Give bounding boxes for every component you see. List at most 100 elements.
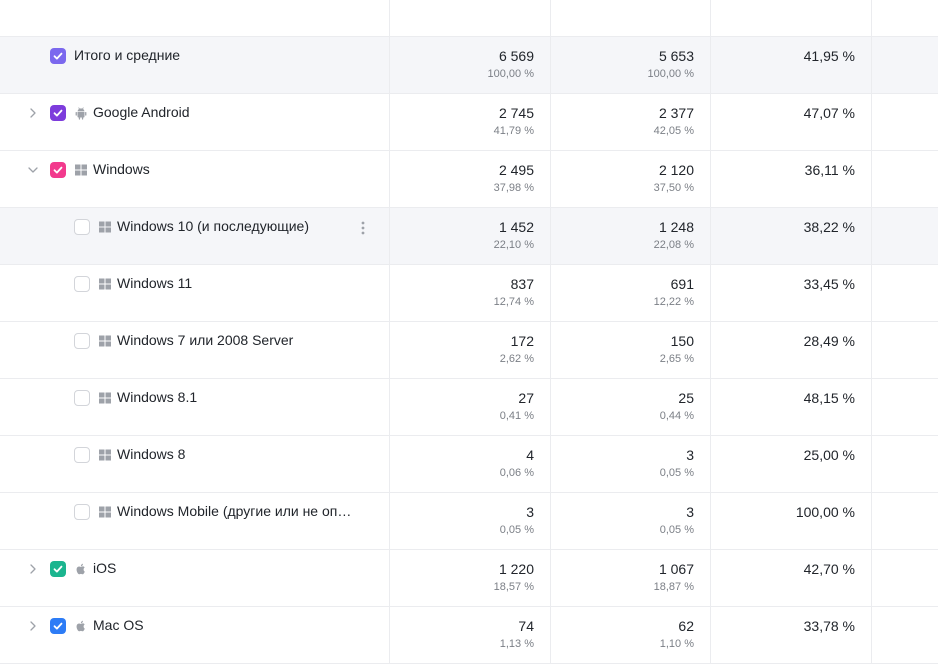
table-row-partial	[0, 0, 938, 37]
metric-cell-c2: 2 120 37,50 %	[551, 151, 711, 207]
windows-icon	[98, 505, 112, 519]
metric-share: 42,05 %	[653, 125, 694, 137]
table-row[interactable]: Mac OS 74 1,13 % 62 1,10 % 33,78 %	[0, 607, 938, 664]
dimension-cell: Windows 8	[0, 436, 390, 492]
table-row[interactable]: Windows 7 или 2008 Server 172 2,62 % 150 2,6…	[0, 322, 938, 379]
metric-cell-c3: 100,00 %	[711, 493, 872, 549]
chevron-right-icon[interactable]	[26, 562, 40, 576]
row-checkbox[interactable]	[74, 276, 90, 292]
metric-cell-c3: 42,70 %	[711, 550, 872, 606]
metric-value: 27	[518, 390, 534, 406]
row-checkbox[interactable]	[74, 333, 90, 349]
metric-share: 2,65 %	[659, 353, 694, 365]
metric-cell-c1: 1 452 22,10 %	[390, 208, 551, 264]
windows-icon	[98, 277, 112, 291]
chevron-right-icon[interactable]	[26, 106, 40, 120]
metric-share: 0,05 %	[659, 524, 694, 536]
metric-cell-c1: 4 0,06 %	[390, 436, 551, 492]
metric-value: 36,11 %	[804, 162, 855, 178]
chevron-right-icon[interactable]	[26, 619, 40, 633]
table-row[interactable]: Windows Mobile (другие или не оп… 3 0,05 %…	[0, 493, 938, 550]
metric-cell-c2: 691 12,22 %	[551, 265, 711, 321]
dimension-cell: iOS	[0, 550, 390, 606]
metric-cell-c1: 2 745 41,79 %	[390, 94, 551, 150]
metric-value: 3	[526, 504, 534, 520]
metric-cell-c3: 47,07 %	[711, 94, 872, 150]
row-checkbox[interactable]	[50, 105, 66, 121]
metric-cell-c3: 41,95 %	[711, 37, 872, 93]
metric-cell-c3: 33,45 %	[711, 265, 872, 321]
more-options-icon[interactable]	[358, 220, 368, 236]
metric-value: 2 377	[658, 105, 694, 121]
dimension-cell: Windows	[0, 151, 390, 207]
metric-share: 0,41 %	[499, 410, 534, 422]
metric-value: 1 220	[498, 561, 534, 577]
dimension-cell: Windows 8.1	[0, 379, 390, 435]
metric-value: 6 569	[498, 48, 534, 64]
metric-value: 691	[670, 276, 694, 292]
metric-value: 48,15 %	[803, 390, 855, 406]
row-label: Google Android	[93, 104, 190, 120]
metric-share: 18,87 %	[653, 581, 694, 593]
metric-share: 22,10 %	[493, 239, 534, 251]
metric-cell-c1: 6 569 100,00 %	[390, 37, 551, 93]
dimension-cell: Итого и средние	[0, 37, 390, 93]
metric-cell-c1: 3 0,05 %	[390, 493, 551, 549]
metric-cell-c3: 28,49 %	[711, 322, 872, 378]
row-checkbox[interactable]	[50, 162, 66, 178]
metric-value: 25	[678, 390, 694, 406]
table-row[interactable]: iOS 1 220 18,57 % 1 067 18,87 % 42,70 %	[0, 550, 938, 607]
dimension-cell: Windows 7 или 2008 Server	[0, 322, 390, 378]
metric-value: 1 452	[498, 219, 534, 235]
row-checkbox[interactable]	[50, 48, 66, 64]
row-checkbox[interactable]	[74, 504, 90, 520]
metric-share: 18,57 %	[493, 581, 534, 593]
metric-value: 33,78 %	[803, 618, 855, 634]
table-row[interactable]: Windows 10 (и последующие) 1 452 22,10 % 1 …	[0, 208, 938, 265]
row-label: Windows	[93, 161, 150, 177]
metric-value: 837	[510, 276, 534, 292]
row-checkbox[interactable]	[74, 447, 90, 463]
metric-share: 1,10 %	[659, 638, 694, 650]
dimension-cell: Mac OS	[0, 607, 390, 663]
report-table: Итого и средние 6 569 100,00 % 5 653 100,00 …	[0, 0, 938, 664]
metric-cell-c1: 172 2,62 %	[390, 322, 551, 378]
metric-value: 62	[678, 618, 694, 634]
chevron-down-icon[interactable]	[26, 163, 40, 177]
row-label: Windows Mobile (другие или не оп…	[117, 503, 352, 519]
metric-value: 4	[526, 447, 534, 463]
row-label: Windows 8	[117, 446, 186, 462]
metric-value: 2 495	[498, 162, 534, 178]
table-row[interactable]: Windows 11 837 12,74 % 691 12,22 % 33,45 %	[0, 265, 938, 322]
metric-value: 42,70 %	[803, 561, 855, 577]
metric-share: 0,06 %	[499, 467, 534, 479]
metric-share: 0,05 %	[499, 524, 534, 536]
table-row[interactable]: Windows 8 4 0,06 % 3 0,05 % 25,00 %	[0, 436, 938, 493]
metric-value: 1 248	[658, 219, 694, 235]
metric-cell-c2: 3 0,05 %	[551, 493, 711, 549]
row-label: Windows 11	[117, 275, 193, 291]
metric-cell-c3: 25,00 %	[711, 436, 872, 492]
metric-share: 1,13 %	[499, 638, 534, 650]
metric-value: 41,95 %	[803, 48, 855, 64]
table-row[interactable]: Итого и средние 6 569 100,00 % 5 653 100,00 …	[0, 37, 938, 94]
row-checkbox[interactable]	[50, 618, 66, 634]
metric-cell-c3: 36,11 %	[711, 151, 872, 207]
apple-icon	[74, 619, 88, 633]
metric-share: 100,00 %	[647, 68, 694, 80]
metric-cell-c2: 1 067 18,87 %	[551, 550, 711, 606]
metric-share: 37,98 %	[493, 182, 534, 194]
row-checkbox[interactable]	[74, 390, 90, 406]
metric-cell-c2: 150 2,65 %	[551, 322, 711, 378]
row-checkbox[interactable]	[50, 561, 66, 577]
table-body: Итого и средние 6 569 100,00 % 5 653 100,00 …	[0, 37, 938, 664]
row-checkbox[interactable]	[74, 219, 90, 235]
metric-cell-c3: 48,15 %	[711, 379, 872, 435]
metric-cell-c3: 38,22 %	[711, 208, 872, 264]
table-row[interactable]: Windows 2 495 37,98 % 2 120 37,50 % 36,11 %	[0, 151, 938, 208]
table-row[interactable]: Google Android 2 745 41,79 % 2 377 42,05 % 47…	[0, 94, 938, 151]
table-row[interactable]: Windows 8.1 27 0,41 % 25 0,44 % 48,15 %	[0, 379, 938, 436]
metric-value: 38,22 %	[803, 219, 855, 235]
metric-cell-c1: 74 1,13 %	[390, 607, 551, 663]
metric-share: 0,44 %	[659, 410, 694, 422]
